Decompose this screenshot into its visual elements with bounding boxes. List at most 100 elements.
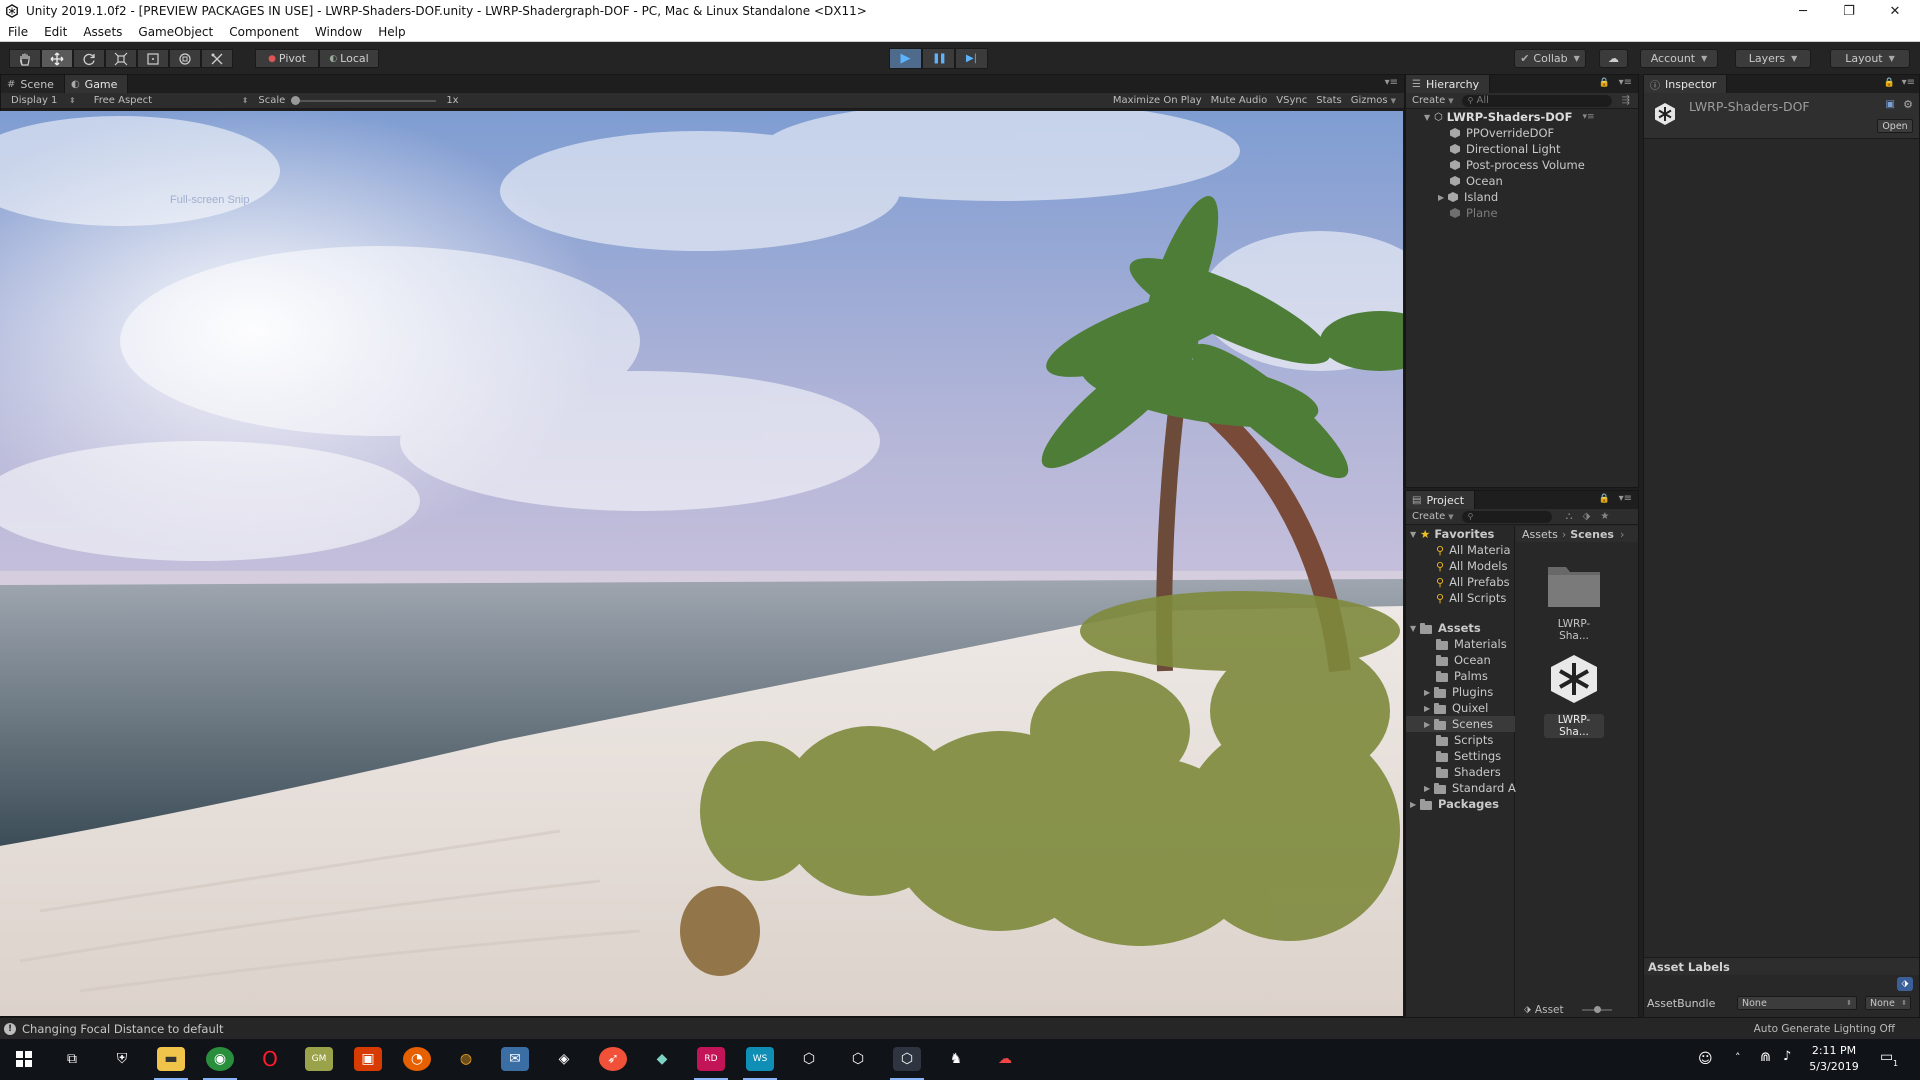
asset-folder-selected[interactable]: ▶ Scenes [1406, 716, 1515, 732]
project-create-button[interactable]: Create ▼ [1412, 511, 1454, 522]
hierarchy-item[interactable]: Plane [1450, 205, 1498, 221]
tab-scene[interactable]: # Scene [1, 75, 65, 93]
menu-help[interactable]: Help [370, 25, 413, 39]
hierarchy-item[interactable]: Post-process Volume [1450, 157, 1585, 173]
account-dropdown[interactable]: Account ▼ [1640, 49, 1718, 68]
vpn-icon[interactable]: ☁ [991, 1047, 1019, 1071]
file-explorer-icon[interactable]: ▬ [157, 1047, 185, 1071]
webstorm-icon[interactable]: WS [746, 1047, 774, 1071]
chevron-right-icon[interactable]: ▶ [1438, 193, 1448, 202]
hierarchy-item[interactable]: ▶ Island [1438, 189, 1498, 205]
move-tool-button[interactable] [41, 49, 73, 68]
panel-menu-icon[interactable]: ▾≡ [1385, 77, 1398, 88]
panel-menu-icon[interactable]: ▾≡ [1619, 77, 1632, 88]
menu-component[interactable]: Component [221, 25, 307, 39]
play-button[interactable]: ▶ [889, 48, 922, 69]
gizmos-dropdown[interactable]: Gizmos [1351, 95, 1388, 106]
panel-menu-icon[interactable]: ▾≡ [1902, 77, 1915, 88]
favorite-item[interactable]: ⚲ All Scripts [1436, 590, 1506, 606]
favorite-item[interactable]: ⚲ All Prefabs [1436, 574, 1510, 590]
menu-window[interactable]: Window [307, 25, 370, 39]
asset-folder[interactable]: Palms [1436, 668, 1488, 684]
layers-dropdown[interactable]: Layers ▼ [1735, 49, 1811, 68]
asset-folder[interactable]: Materials [1436, 636, 1507, 652]
asset-folder[interactable]: Shaders [1436, 764, 1501, 780]
unity-hub-icon[interactable]: ⬡ [795, 1047, 823, 1071]
favorites-row[interactable]: ▼ ★ Favorites [1410, 526, 1494, 542]
spy-icon[interactable]: ♞ [942, 1047, 970, 1071]
asset-folder[interactable]: Scripts [1436, 732, 1493, 748]
layout-dropdown[interactable]: Layout ▼ [1830, 49, 1910, 68]
chevron-right-icon[interactable]: ▶ [1410, 800, 1420, 809]
maximize-button[interactable]: ❐ [1826, 0, 1872, 22]
gamemaker-icon[interactable]: GM [305, 1047, 333, 1071]
display-dropdown[interactable]: Display 1 [11, 95, 69, 106]
hand-tool-button[interactable] [9, 49, 41, 68]
assetbundle-dropdown[interactable]: None ⬍ [1737, 996, 1857, 1010]
rider-icon[interactable]: RD [697, 1047, 725, 1071]
lock-icon[interactable]: 🔒 [1599, 78, 1610, 88]
chevron-up-icon[interactable]: ˄ [1735, 1051, 1741, 1064]
asset-folder[interactable]: ▶ Standard A [1424, 780, 1516, 796]
gear-icon[interactable]: ⚙ [1903, 98, 1913, 111]
status-message[interactable]: Changing Focal Distance to default [22, 1022, 223, 1036]
aspect-dropdown[interactable]: Free Aspect [94, 95, 242, 106]
label-tag-icon[interactable]: ⬗ [1897, 977, 1913, 991]
assets-root-row[interactable]: ▼ Assets [1410, 620, 1481, 636]
tab-project[interactable]: ▤ Project [1406, 491, 1476, 509]
favorite-item[interactable]: ⚲ All Materia [1436, 542, 1511, 558]
tab-hierarchy[interactable]: ☰ Hierarchy [1406, 75, 1491, 93]
collab-button[interactable]: ✔ Collab ▼ [1514, 49, 1586, 68]
hierarchy-item[interactable]: Directional Light [1450, 141, 1561, 157]
chevron-down-icon[interactable]: ▼ [1410, 624, 1420, 633]
grid-item-scene[interactable]: LWRP-Sha... [1544, 651, 1614, 743]
hierarchy-item[interactable]: PPOverrideDOF [1450, 125, 1554, 141]
chevron-right-icon[interactable]: ▶ [1424, 688, 1434, 697]
project-search-input[interactable]: ⚲ [1461, 510, 1552, 523]
maximize-on-play-toggle[interactable]: Maximize On Play [1113, 95, 1202, 106]
breadcrumb-scenes[interactable]: Scenes [1570, 528, 1614, 541]
tree-icon[interactable]: ⇶ [1622, 95, 1630, 106]
breadcrumb-assets[interactable]: Assets [1522, 528, 1558, 541]
scene-options-icon[interactable]: ▾≡ [1582, 112, 1594, 122]
lock-icon[interactable]: 🔒 [1599, 494, 1610, 504]
menu-edit[interactable]: Edit [36, 25, 75, 39]
unity-editor-icon[interactable]: ⬡ [893, 1047, 921, 1071]
scale-slider[interactable] [291, 95, 437, 105]
blender-icon[interactable]: ◍ [452, 1047, 480, 1071]
mail-icon[interactable]: ✉ [501, 1047, 529, 1071]
chevron-right-icon[interactable]: ▶ [1424, 704, 1434, 713]
favorite-item[interactable]: ⚲ All Models [1436, 558, 1508, 574]
chevron-down-icon[interactable]: ▼ [1424, 113, 1434, 122]
star-icon[interactable]: ★ [1600, 511, 1609, 522]
minimize-button[interactable]: ─ [1780, 0, 1826, 22]
gitkraken-icon[interactable]: ◆ [648, 1047, 676, 1071]
opera-icon[interactable]: O [256, 1047, 284, 1071]
unity-icon[interactable]: ⬡ [844, 1047, 872, 1071]
scale-slider-thumb[interactable] [291, 95, 301, 105]
cloud-button[interactable]: ☁ [1599, 49, 1628, 68]
asset-folder[interactable]: Ocean [1436, 652, 1491, 668]
mute-audio-toggle[interactable]: Mute Audio [1211, 95, 1268, 106]
task-view-icon[interactable]: ⧉ [58, 1047, 86, 1071]
game-icon[interactable]: ◈ [550, 1047, 578, 1071]
office-icon[interactable]: ▣ [354, 1047, 382, 1071]
chevron-down-icon[interactable]: ▼ [1410, 530, 1420, 539]
grid-item-folder[interactable]: LWRP-Sha... [1544, 559, 1614, 649]
custom-tool-button[interactable] [201, 49, 233, 68]
help-icon[interactable]: ▣ [1886, 99, 1895, 110]
asset-folder[interactable]: ▶ Quixel [1424, 700, 1488, 716]
variant-dropdown[interactable]: None ⬍ [1865, 996, 1911, 1010]
people-icon[interactable]: ☺ [1698, 1051, 1713, 1067]
lock-icon[interactable]: 🔒 [1884, 78, 1895, 88]
step-button[interactable]: ▶| [955, 48, 988, 69]
tab-inspector[interactable]: ⓘ Inspector [1644, 75, 1728, 93]
zoom-slider[interactable] [1581, 1006, 1612, 1013]
transform-tool-button[interactable] [169, 49, 201, 68]
windows-start-icon[interactable] [10, 1047, 38, 1071]
filter-label-icon[interactable]: ⬗ [1583, 511, 1591, 522]
menu-gameobject[interactable]: GameObject [130, 25, 221, 39]
open-button[interactable]: Open [1877, 119, 1913, 133]
asset-folder[interactable]: Settings [1436, 748, 1501, 764]
vsync-toggle[interactable]: VSync [1276, 95, 1307, 106]
